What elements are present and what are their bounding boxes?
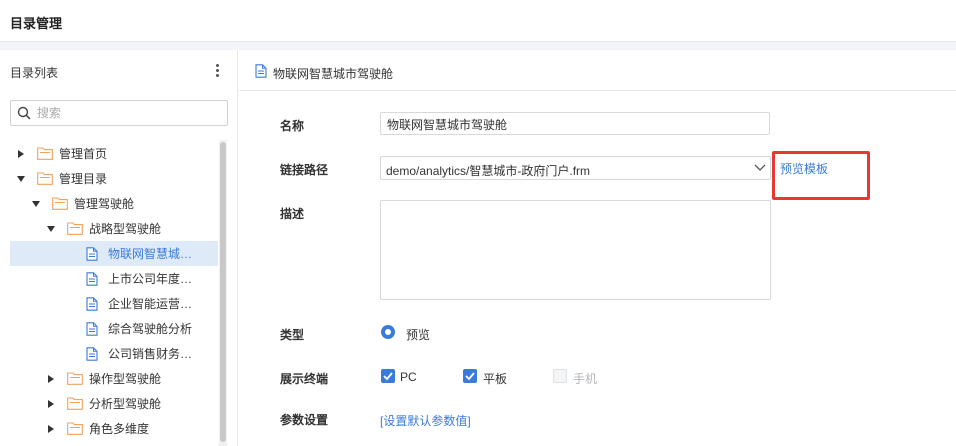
tree-folder-item[interactable]: 分析型驾驶舱	[10, 391, 218, 416]
tree-item-label: 物联网智慧城…	[108, 247, 193, 261]
tree-folder-item[interactable]: 管理首页	[10, 141, 218, 166]
scrollbar-thumb[interactable]	[220, 142, 226, 442]
checkbox-tablet[interactable]	[463, 369, 477, 383]
tree-item-label: 战略型驾驶舱	[89, 222, 162, 236]
document-icon	[86, 246, 102, 261]
folder-icon	[67, 397, 83, 411]
tree-file-item[interactable]: 企业智能运营…	[10, 291, 218, 316]
tree-file-item[interactable]: 公司销售财务…	[10, 341, 218, 366]
main-header: 物联网智慧城市驾驶舱	[239, 50, 956, 91]
tree-item-label: 综合驾驶舱分析	[108, 322, 193, 336]
caret-right-icon[interactable]	[45, 423, 57, 435]
tree-file-item[interactable]: 物联网智慧城…	[10, 241, 218, 266]
document-icon	[255, 64, 267, 78]
path-label: 链接路径	[280, 163, 329, 177]
search-box	[10, 100, 228, 126]
path-value: demo/analytics/智慧城市-政府门户.frm	[386, 164, 591, 178]
tree-item-label: 企业智能运营…	[108, 297, 193, 311]
tree-folder-item[interactable]: 战略型驾驶舱	[10, 216, 218, 241]
page-title: 目录管理	[10, 16, 63, 31]
highlight-box	[772, 151, 870, 200]
folder-icon	[67, 422, 83, 436]
type-option-label: 预览	[406, 328, 431, 342]
description-label: 描述	[280, 207, 305, 221]
terminal-tablet-label: 平板	[483, 372, 508, 386]
description-textarea[interactable]	[380, 200, 771, 300]
folder-icon	[67, 222, 83, 236]
report-title: 物联网智慧城市驾驶舱	[273, 67, 394, 81]
folder-icon	[52, 197, 68, 211]
set-default-params-link[interactable]: [设置默认参数值]	[380, 412, 471, 429]
top-bar: 目录管理	[0, 0, 956, 42]
type-radio-preview[interactable]	[381, 325, 395, 339]
checkmark-icon	[465, 372, 475, 381]
tree-item-label: 操作型驾驶舱	[89, 372, 162, 386]
document-icon	[86, 346, 102, 361]
directory-tree: 管理首页管理目录管理驾驶舱战略型驾驶舱物联网智慧城… 上市公司年度… 企业智能运营……	[10, 141, 218, 441]
more-vertical-icon[interactable]	[212, 62, 222, 78]
caret-down-icon[interactable]	[15, 173, 27, 185]
sidebar-title: 目录列表	[10, 66, 59, 80]
checkbox-phone	[553, 369, 567, 383]
caret-down-icon[interactable]	[45, 223, 57, 235]
name-label: 名称	[280, 119, 305, 133]
name-input[interactable]: 物联网智慧城市驾驶舱	[380, 112, 770, 135]
checkbox-pc[interactable]	[381, 369, 395, 383]
tree-folder-item[interactable]: 管理驾驶舱	[10, 191, 218, 216]
tree-item-label: 分析型驾驶舱	[89, 397, 162, 411]
terminal-label: 展示终端	[280, 372, 329, 386]
tree-item-label: 管理驾驶舱	[74, 197, 135, 211]
tree-item-label: 管理首页	[59, 147, 108, 161]
caret-down-icon[interactable]	[30, 198, 42, 210]
caret-right-icon[interactable]	[45, 398, 57, 410]
terminal-pc-label: PC	[400, 370, 417, 384]
search-icon	[17, 106, 31, 120]
main-panel: 物联网智慧城市驾驶舱 名称 物联网智慧城市驾驶舱 链接路径 demo/analy…	[239, 50, 956, 446]
chevron-down-icon	[754, 164, 766, 171]
caret-right-icon[interactable]	[45, 373, 57, 385]
document-icon	[86, 296, 102, 311]
path-select[interactable]: demo/analytics/智慧城市-政府门户.frm	[380, 156, 771, 180]
document-icon	[86, 271, 102, 286]
tree-folder-item[interactable]: 操作型驾驶舱	[10, 366, 218, 391]
sidebar: 目录列表 管理首页管理目录管理驾驶舱战略型驾驶舱物联网智慧城… 上市公司年度… 企业…	[0, 50, 238, 446]
tree-item-label: 公司销售财务…	[108, 347, 193, 361]
folder-icon	[37, 172, 53, 186]
tree-item-label: 管理目录	[59, 172, 108, 186]
header-separator	[0, 42, 956, 50]
folder-icon	[67, 372, 83, 386]
document-icon	[86, 321, 102, 336]
tree-file-item[interactable]: 综合驾驶舱分析	[10, 316, 218, 341]
param-label: 参数设置	[280, 413, 329, 427]
tree-folder-item[interactable]: 管理目录	[10, 166, 218, 191]
type-label: 类型	[280, 328, 305, 342]
terminal-phone-label: 手机	[573, 372, 598, 386]
caret-right-icon[interactable]	[15, 148, 27, 160]
search-input[interactable]	[37, 104, 222, 122]
checkmark-icon	[383, 372, 393, 381]
tree-folder-item[interactable]: 角色多维度	[10, 416, 218, 441]
tree-item-label: 角色多维度	[89, 422, 150, 436]
folder-icon	[37, 147, 53, 161]
tree-item-label: 上市公司年度…	[108, 272, 193, 286]
tree-file-item[interactable]: 上市公司年度…	[10, 266, 218, 291]
